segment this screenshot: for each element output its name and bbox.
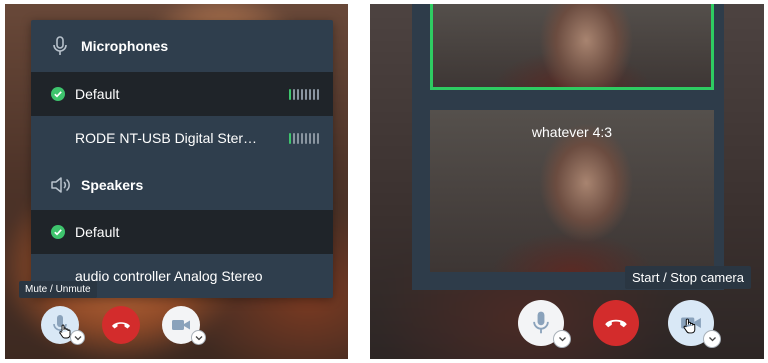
check-circle-icon <box>51 225 65 239</box>
microphone-item-default[interactable]: Default <box>31 72 333 116</box>
microphone-icon <box>49 35 71 57</box>
mute-tooltip: Mute / Unmute <box>19 281 97 298</box>
speaker-item-label: audio controller Analog Stereo <box>75 268 263 284</box>
chevron-down-icon <box>74 335 81 340</box>
video-tile-label: whatever 4:3 <box>531 124 613 140</box>
mute-button[interactable] <box>518 300 571 348</box>
microphone-icon <box>533 311 549 334</box>
camera-options-caret[interactable] <box>703 330 721 348</box>
speaker-item-default[interactable]: Default <box>31 210 333 254</box>
speaker-icon <box>49 174 71 196</box>
mute-button[interactable] <box>41 306 85 345</box>
hangup-icon <box>112 322 130 329</box>
camera-button[interactable] <box>668 300 721 348</box>
speaker-item-label: Default <box>75 224 120 240</box>
camera-icon <box>172 320 190 330</box>
hangup-button[interactable] <box>593 300 639 346</box>
audio-level-meter <box>289 88 319 100</box>
camera-options-caret[interactable] <box>191 330 206 345</box>
chevron-down-icon <box>558 337 566 342</box>
right-call-view: whatever 4:3 Start / Stop camera <box>370 4 764 359</box>
mute-options-caret[interactable] <box>553 330 571 348</box>
audio-level-meter <box>289 132 319 144</box>
active-speaker-border <box>430 4 714 90</box>
camera-button[interactable] <box>162 306 206 345</box>
left-call-view: Microphones Default RODE NT-USB Digital … <box>5 4 348 359</box>
hand-cursor-icon <box>683 318 696 334</box>
microphones-header: Microphones <box>31 20 333 72</box>
microphones-header-label: Microphones <box>81 38 169 54</box>
speakers-header: Speakers <box>31 160 333 210</box>
microphone-item-label: Default <box>75 86 120 102</box>
video-tile[interactable]: whatever 4:3 <box>430 110 714 272</box>
mute-options-caret[interactable] <box>70 330 85 345</box>
video-tile-grid: whatever 4:3 <box>412 4 724 290</box>
chevron-down-icon <box>195 335 202 340</box>
audio-device-menu: Microphones Default RODE NT-USB Digital … <box>31 20 333 298</box>
microphone-item-rode[interactable]: RODE NT-USB Digital Ster… <box>31 116 333 160</box>
hangup-icon <box>605 319 627 328</box>
chevron-down-icon <box>708 337 716 342</box>
camera-tooltip: Start / Stop camera <box>625 266 751 289</box>
hangup-button[interactable] <box>102 306 140 344</box>
microphone-item-label: RODE NT-USB Digital Ster… <box>75 130 258 146</box>
check-circle-icon <box>51 87 65 101</box>
speakers-header-label: Speakers <box>81 177 144 193</box>
